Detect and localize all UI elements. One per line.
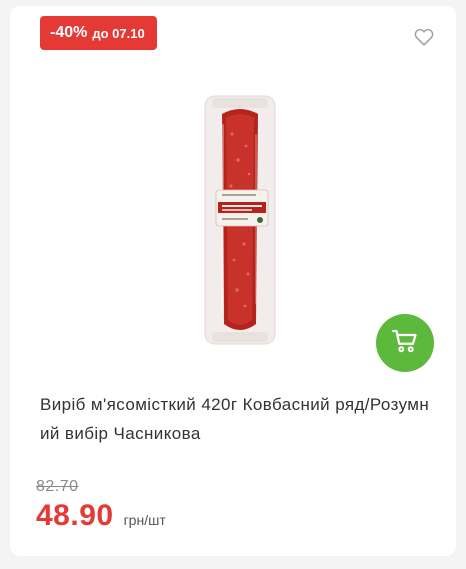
- discount-badge: -40% до 07.10: [40, 16, 157, 50]
- shopping-cart-icon: [390, 326, 420, 361]
- discount-until-date: до 07.10: [92, 25, 145, 41]
- current-price: 48.90: [36, 499, 114, 532]
- old-price: 82.70: [36, 478, 79, 495]
- heart-icon[interactable]: [413, 26, 435, 48]
- discount-percent: -40%: [50, 24, 88, 41]
- add-to-cart-button[interactable]: [376, 314, 434, 372]
- product-card[interactable]: -40% до 07.10 Виріб м'ясомісткий 420г Ко…: [10, 6, 456, 556]
- price-row: 48.90 грн/шт: [36, 499, 166, 533]
- product-image[interactable]: [200, 94, 280, 346]
- product-title[interactable]: Виріб м'ясомісткий 420г Ковбасний ряд/Ро…: [40, 390, 438, 448]
- price-unit: грн/шт: [123, 512, 166, 528]
